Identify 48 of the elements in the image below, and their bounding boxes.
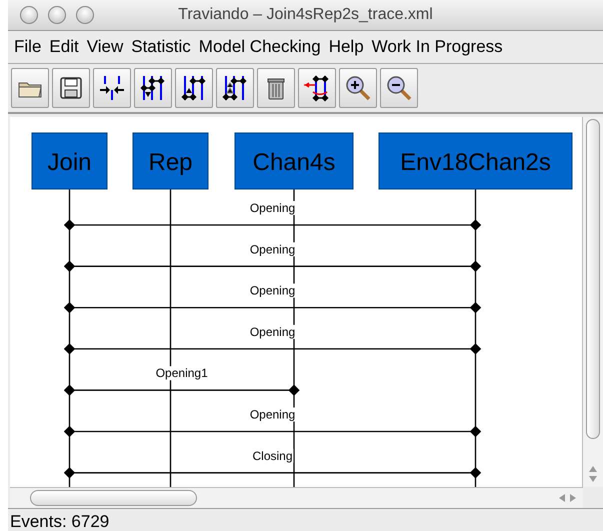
menu-item[interactable]: Edit (45, 37, 83, 57)
toolbar-button[interactable] (175, 68, 213, 108)
window-close-button[interactable] (20, 6, 38, 24)
menu-item[interactable]: Model Checking (194, 37, 325, 57)
lifeline-header[interactable]: Rep (132, 132, 208, 190)
message-label: Opening (250, 284, 296, 298)
toolbar-button[interactable] (257, 68, 295, 108)
toolbar-button[interactable] (216, 68, 254, 108)
scrollbar-thumb[interactable] (30, 490, 197, 506)
scroll-right-icon[interactable] (569, 493, 577, 503)
swap-messages-icon (303, 74, 331, 102)
message-label: Opening (250, 408, 296, 422)
lifeline-header[interactable]: Env18Chan2s (378, 132, 572, 190)
message-label: Opening (250, 242, 296, 256)
horizontal-scrollbar[interactable] (10, 487, 583, 508)
zoom-out-icon (385, 74, 413, 102)
zoom-in-icon (344, 74, 372, 102)
menu-item[interactable]: Statistic (127, 37, 195, 57)
toolbar-button[interactable] (134, 68, 172, 108)
menu-item[interactable]: File (10, 37, 46, 57)
scroll-down-icon[interactable] (588, 475, 598, 483)
scroll-up-icon[interactable] (588, 465, 598, 473)
step-down-icon (139, 74, 167, 102)
lifeline-header[interactable]: Chan4s (234, 132, 354, 190)
jump-up-icon (221, 74, 249, 102)
vertical-scrollbar[interactable] (582, 117, 603, 487)
toolbar-button[interactable] (93, 68, 131, 108)
scroll-left-icon[interactable] (558, 493, 566, 503)
window-minimize-button[interactable] (48, 6, 66, 24)
toolbar-button[interactable] (339, 68, 377, 108)
menu-item[interactable]: Work In Progress (368, 37, 507, 57)
toolbar-button[interactable] (298, 68, 336, 108)
message-label: Opening1 (156, 366, 208, 380)
menu-item[interactable]: Help (324, 37, 368, 57)
status-text: Events: 6729 (10, 512, 110, 531)
step-up-icon (180, 74, 208, 102)
toolbar-button[interactable] (380, 68, 418, 108)
menu-item[interactable]: View (82, 37, 128, 57)
toolbar-button[interactable] (52, 68, 90, 108)
lifeline-header[interactable]: Join (32, 132, 108, 190)
message-label: Opening (250, 201, 296, 215)
toolbar-button[interactable] (11, 68, 49, 108)
window-title: Traviando – Join4sRep2s_trace.xml (178, 6, 433, 23)
window-zoom-button[interactable] (76, 6, 94, 24)
scrollbar-thumb[interactable] (586, 119, 600, 439)
message-label: Opening (250, 324, 296, 339)
message-label: Closing (252, 448, 293, 463)
merge-arrows-icon (98, 74, 126, 102)
